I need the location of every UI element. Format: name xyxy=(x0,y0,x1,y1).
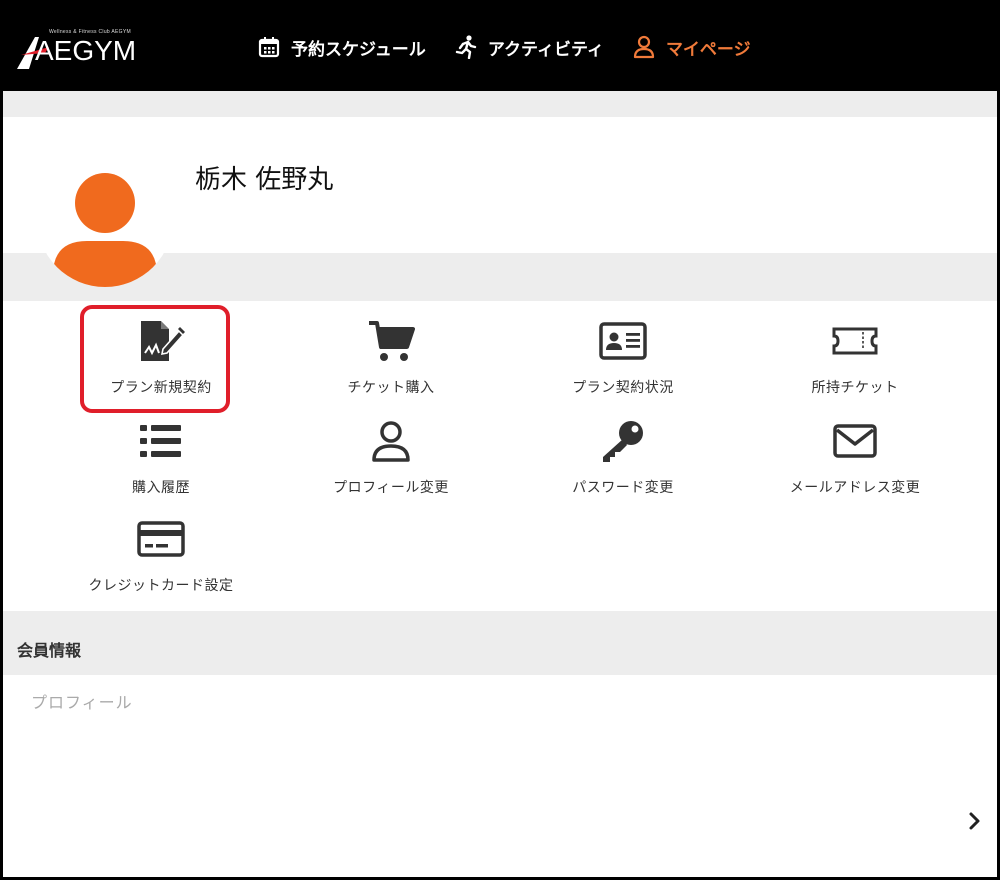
menu-ticket-purchase[interactable]: チケット購入 xyxy=(275,301,507,397)
highlight-annotation xyxy=(80,305,230,413)
user-name: 栃木 佐野丸 xyxy=(195,165,334,195)
app-window: Wellness & Fitness Club AEGYM AEGYM 予約スケ… xyxy=(0,0,1000,880)
menu-plan-contract-status[interactable]: プラン契約状況 xyxy=(507,301,739,397)
profile-row-label: プロフィール xyxy=(31,693,133,712)
nav-reservation-schedule[interactable]: 予約スケジュール xyxy=(257,35,426,60)
ticket-icon xyxy=(829,317,881,365)
envelope-icon xyxy=(829,417,881,465)
user-outline-icon xyxy=(365,417,417,465)
nav-label-activity: アクティビティ xyxy=(487,39,604,60)
menu-label: メールアドレス変更 xyxy=(789,480,921,496)
main-nav: 予約スケジュール アクティビティ マイページ xyxy=(257,3,779,91)
menu-label: クレジットカード設定 xyxy=(88,578,234,594)
member-info-header xyxy=(3,611,997,675)
nav-activity[interactable]: アクティビティ xyxy=(454,35,604,60)
menu-label: 所持チケット xyxy=(811,380,899,396)
top-header: Wellness & Fitness Club AEGYM AEGYM 予約スケ… xyxy=(3,3,997,91)
profile-row[interactable] xyxy=(3,675,997,877)
calendar-icon xyxy=(257,35,281,59)
list-icon xyxy=(135,417,187,465)
menu-label: プロフィール変更 xyxy=(333,480,449,496)
avatar xyxy=(37,151,173,287)
logo-text: AEGYM xyxy=(35,35,137,66)
nav-label-schedule: 予約スケジュール xyxy=(291,39,426,60)
running-icon xyxy=(454,35,478,59)
menu-label: パスワード変更 xyxy=(572,480,674,496)
key-icon xyxy=(597,417,649,465)
credit-card-icon xyxy=(135,515,187,563)
menu-credit-card-settings[interactable]: クレジットカード設定 xyxy=(45,499,277,595)
id-card-icon xyxy=(597,317,649,365)
member-info-title: 会員情報 xyxy=(17,641,82,660)
chevron-right-icon[interactable] xyxy=(967,811,983,831)
menu-purchase-history[interactable]: 購入履歴 xyxy=(45,401,277,497)
menu-label: プラン契約状況 xyxy=(572,380,674,396)
menu-label: チケット購入 xyxy=(347,380,435,396)
aegym-logo[interactable]: Wellness & Fitness Club AEGYM AEGYM xyxy=(15,29,139,73)
menu-email-change[interactable]: メールアドレス変更 xyxy=(739,401,971,497)
menu-password-change[interactable]: パスワード変更 xyxy=(507,401,739,497)
top-spacer xyxy=(3,91,997,117)
nav-label-mypage: マイページ xyxy=(665,39,751,60)
menu-owned-tickets[interactable]: 所持チケット xyxy=(739,301,971,397)
menu-profile-change[interactable]: プロフィール変更 xyxy=(275,401,507,497)
user-icon xyxy=(632,35,656,59)
avatar-person-icon xyxy=(53,173,157,287)
menu-label: 購入履歴 xyxy=(132,480,190,496)
cart-icon xyxy=(365,317,417,365)
nav-mypage[interactable]: マイページ xyxy=(632,35,751,60)
